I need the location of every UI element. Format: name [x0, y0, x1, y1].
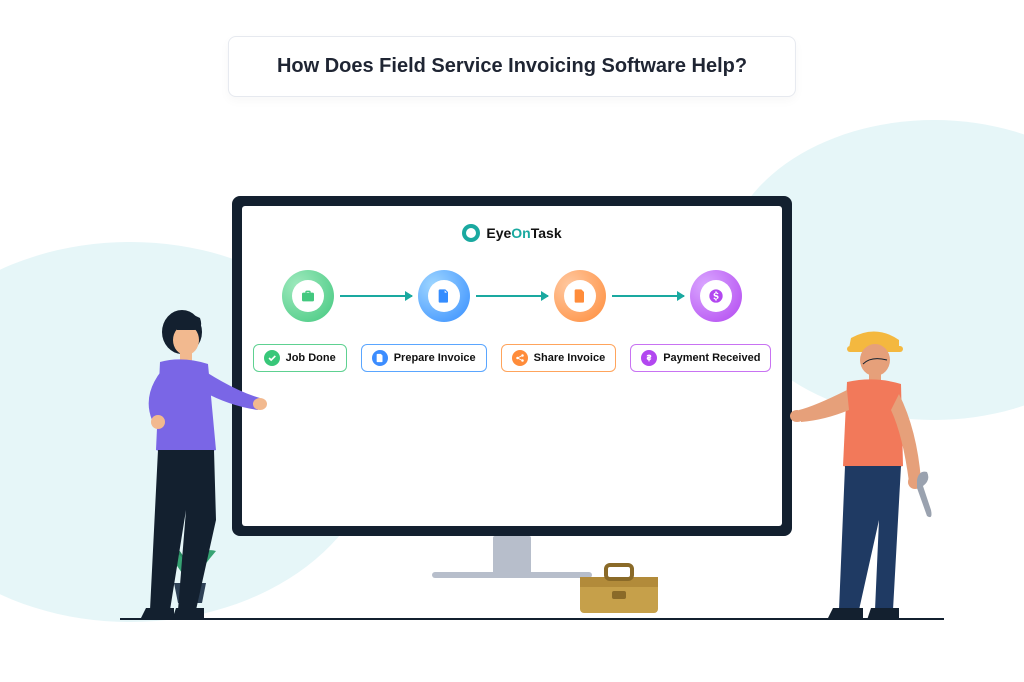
illustration-toolbox [576, 561, 662, 620]
monitor-frame: EyeOnTask [232, 196, 792, 536]
label-share-invoice-text: Share Invoice [534, 352, 606, 364]
step-prepare-invoice-circle [418, 270, 470, 322]
dollar-icon [700, 280, 732, 312]
process-flow [258, 270, 766, 322]
step-labels: Job Done Prepare Invoice Share Invoice [258, 344, 766, 372]
label-share-invoice: Share Invoice [501, 344, 617, 372]
step-share-invoice [554, 270, 606, 322]
brand-name: EyeOnTask [486, 225, 561, 241]
label-prepare-invoice: Prepare Invoice [361, 344, 487, 372]
briefcase-icon [292, 280, 324, 312]
arrow-icon [340, 295, 412, 297]
illustration-person-right [781, 320, 936, 620]
step-job-done-circle [282, 270, 334, 322]
document-badge-icon [372, 350, 388, 366]
label-prepare-invoice-text: Prepare Invoice [394, 352, 476, 364]
dollar-badge-icon [641, 350, 657, 366]
brand-name-right: Task [531, 225, 562, 241]
page-title: How Does Field Service Invoicing Softwar… [277, 55, 747, 78]
brand-name-mid: On [511, 225, 530, 241]
step-payment-received-circle [690, 270, 742, 322]
invoice-icon [564, 280, 596, 312]
monitor-stand-base [432, 572, 592, 578]
illustration-person-left [112, 300, 267, 620]
brand-logo-icon [462, 224, 480, 242]
brand-name-left: Eye [486, 225, 511, 241]
step-share-invoice-circle [554, 270, 606, 322]
monitor: EyeOnTask [232, 196, 792, 578]
label-payment-received: Payment Received [630, 344, 771, 372]
title-card: How Does Field Service Invoicing Softwar… [228, 36, 796, 97]
step-payment-received [690, 270, 742, 322]
label-job-done-text: Job Done [286, 352, 336, 364]
monitor-screen: EyeOnTask [242, 206, 782, 526]
step-prepare-invoice [418, 270, 470, 322]
share-icon [512, 350, 528, 366]
arrow-icon [476, 295, 548, 297]
monitor-stand-neck [493, 536, 531, 572]
step-job-done [282, 270, 334, 322]
label-payment-received-text: Payment Received [663, 352, 760, 364]
arrow-icon [612, 295, 684, 297]
document-icon [428, 280, 460, 312]
stage: EyeOnTask [0, 100, 1024, 620]
brand: EyeOnTask [462, 224, 561, 242]
